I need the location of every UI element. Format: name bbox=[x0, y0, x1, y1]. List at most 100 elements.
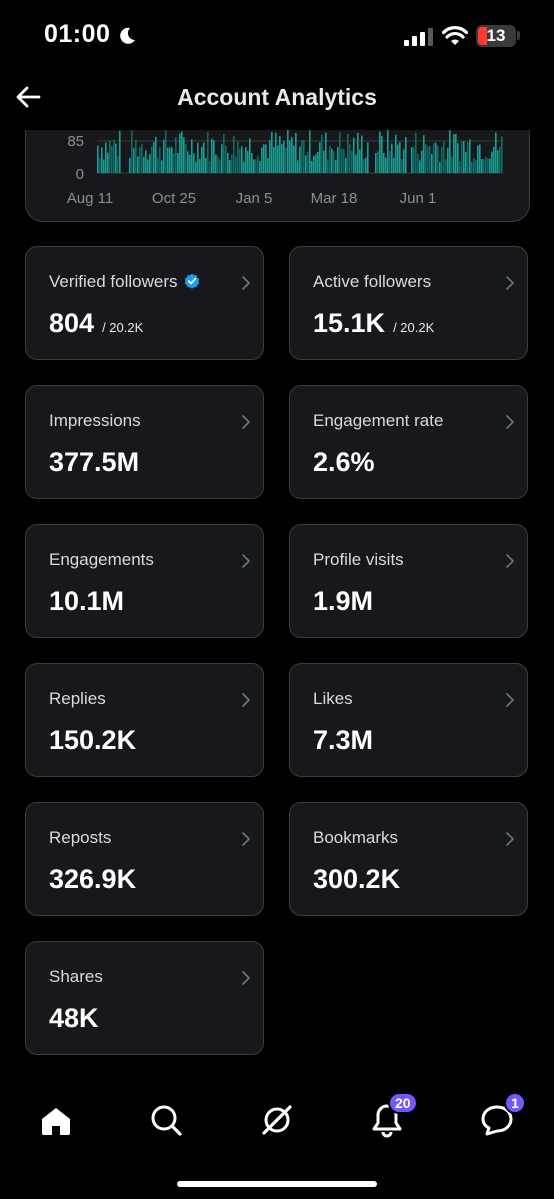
chart-bar bbox=[187, 151, 189, 173]
metric-value: 1.9M bbox=[313, 586, 373, 617]
metric-card[interactable]: Active followers 15.1K / 20.2K bbox=[289, 246, 528, 360]
chart-bar bbox=[477, 145, 479, 173]
chart-bar bbox=[327, 159, 329, 173]
search-icon[interactable] bbox=[146, 1100, 186, 1140]
chart-bar bbox=[271, 132, 273, 173]
chart-bar bbox=[419, 160, 421, 173]
chart-bar bbox=[487, 158, 489, 173]
chart-bar bbox=[479, 144, 481, 173]
wifi-icon bbox=[442, 26, 468, 45]
metric-card[interactable]: Likes 7.3M bbox=[289, 663, 528, 777]
verified-badge-icon bbox=[184, 273, 199, 289]
chart-bar bbox=[191, 139, 193, 173]
chart-bar bbox=[337, 146, 339, 173]
chart-bar bbox=[367, 142, 369, 173]
metric-value-text: 377.5M bbox=[49, 447, 140, 477]
metric-card[interactable]: Profile visits 1.9M bbox=[289, 524, 528, 638]
chart-bar bbox=[243, 161, 245, 173]
x-tick-label: Jun 1 bbox=[400, 190, 437, 207]
chart-bar bbox=[455, 134, 457, 173]
chart-bar bbox=[117, 156, 119, 173]
chart-bar bbox=[485, 157, 487, 173]
metric-total: / 20.2K bbox=[393, 320, 435, 335]
chart-bar bbox=[399, 141, 401, 173]
metric-value: 7.3M bbox=[313, 725, 373, 756]
chart-bar bbox=[295, 132, 297, 173]
chart-bar bbox=[321, 134, 323, 173]
chart-bar bbox=[143, 156, 145, 173]
chart-bar bbox=[257, 155, 259, 173]
metric-label-text: Active followers bbox=[313, 272, 432, 291]
chart-bar bbox=[277, 145, 279, 173]
chart-bar bbox=[169, 147, 171, 173]
chart-bar bbox=[381, 135, 383, 173]
home-indicator[interactable] bbox=[177, 1181, 377, 1187]
chart-bar bbox=[261, 147, 263, 173]
chart-bar bbox=[499, 146, 501, 173]
chart-bar bbox=[113, 139, 115, 173]
home-icon[interactable] bbox=[36, 1100, 76, 1140]
chart-bar bbox=[331, 148, 333, 173]
moon-icon bbox=[120, 27, 135, 44]
chart-bar bbox=[449, 130, 451, 173]
chart-bar bbox=[405, 137, 407, 173]
chart-bar bbox=[397, 144, 399, 173]
chart-bar bbox=[389, 150, 391, 173]
chart-bar bbox=[435, 142, 437, 173]
chart-bar bbox=[425, 144, 427, 173]
chart-bar bbox=[237, 141, 239, 173]
chart-bar bbox=[427, 146, 429, 173]
metric-value-text: 10.1M bbox=[49, 586, 125, 616]
chart-bar bbox=[119, 131, 121, 173]
battery-tip bbox=[517, 31, 520, 40]
chart-bar bbox=[209, 161, 211, 173]
metric-label: Engagement rate bbox=[313, 411, 443, 431]
chart-bar bbox=[171, 147, 173, 173]
chart-bar bbox=[423, 135, 425, 173]
chart-bar bbox=[383, 152, 385, 173]
metric-value: 804 / 20.2K bbox=[49, 308, 143, 339]
chart-bar bbox=[325, 132, 327, 173]
chart-bar bbox=[221, 144, 223, 173]
metric-value-text: 2.6% bbox=[313, 447, 375, 477]
chart-bar bbox=[157, 157, 159, 173]
metric-card[interactable]: Shares 48K bbox=[25, 941, 264, 1055]
metric-card[interactable]: Engagement rate 2.6% bbox=[289, 385, 528, 499]
metric-value: 377.5M bbox=[49, 447, 139, 478]
metric-card[interactable]: Bookmarks 300.2K bbox=[289, 802, 528, 916]
chart-bar bbox=[489, 158, 491, 173]
chevron-right-icon bbox=[242, 693, 250, 707]
chart-bar bbox=[359, 149, 361, 173]
chart-bar bbox=[253, 159, 255, 173]
chart-bar bbox=[497, 150, 499, 173]
chevron-right-icon bbox=[242, 415, 250, 429]
metric-card[interactable]: Verified followers 804 / 20.2K bbox=[25, 246, 264, 360]
chart-bar bbox=[493, 146, 495, 173]
metric-value-text: 326.9K bbox=[49, 864, 137, 894]
chart-bar bbox=[453, 134, 455, 173]
metric-card[interactable]: Replies 150.2K bbox=[25, 663, 264, 777]
chart-bar bbox=[147, 159, 149, 173]
metric-card[interactable]: Reposts 326.9K bbox=[25, 802, 264, 916]
chart-bar bbox=[495, 132, 497, 173]
chart-bar bbox=[403, 149, 405, 173]
chart-bar bbox=[315, 154, 317, 173]
chart-bar bbox=[251, 153, 253, 173]
chart-bar bbox=[307, 151, 309, 173]
chart-bar bbox=[109, 140, 111, 173]
chart-bar bbox=[357, 132, 359, 173]
chart-bar bbox=[483, 159, 485, 173]
chart-bar bbox=[481, 159, 483, 173]
chart-bar bbox=[99, 158, 101, 173]
chart-bar bbox=[365, 157, 367, 173]
chevron-right-icon bbox=[506, 415, 514, 429]
metric-card[interactable]: Engagements 10.1M bbox=[25, 524, 264, 638]
metric-card[interactable]: Impressions 377.5M bbox=[25, 385, 264, 499]
chart-bar bbox=[227, 152, 229, 173]
chart-bar bbox=[165, 130, 167, 173]
grok-icon[interactable] bbox=[257, 1100, 297, 1140]
chart-bar bbox=[343, 149, 345, 173]
metric-value-text: 48K bbox=[49, 1003, 99, 1033]
metric-label: Reposts bbox=[49, 828, 111, 848]
chart-bar bbox=[395, 134, 397, 173]
